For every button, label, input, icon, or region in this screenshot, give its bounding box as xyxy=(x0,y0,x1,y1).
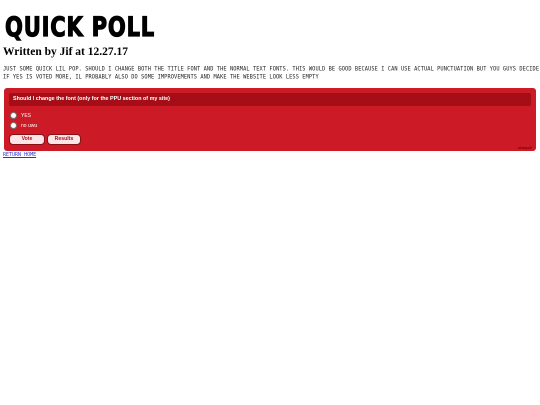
post-intro: JUST SOME QUICK LIL POP. SHOULD I CHANGE… xyxy=(3,66,540,82)
poll-question: Should I change the font (only for the P… xyxy=(9,93,531,106)
quick-poll-logo-graphic: QUICK POLL xyxy=(4,11,155,41)
radio-no[interactable] xyxy=(10,122,17,129)
intro-line-1: JUST SOME QUICK LIL POP. SHOULD I CHANGE… xyxy=(3,66,540,73)
poll-widget: Should I change the font (only for the P… xyxy=(4,88,536,151)
poll-option-yes[interactable]: YES xyxy=(10,111,31,120)
post-byline: Written by Jif at 12.27.17 xyxy=(3,46,129,58)
return-home-link[interactable]: RETURN HOME xyxy=(3,152,36,158)
poll-option-no[interactable]: no uwu xyxy=(10,121,37,130)
option-label-no: no uwu xyxy=(21,122,38,129)
logo-text: QUICK POLL xyxy=(5,12,155,41)
vote-button[interactable]: Vote xyxy=(9,134,45,145)
option-label-yes: YES xyxy=(21,112,32,119)
poll-credit-link[interactable]: strawpoll xyxy=(518,146,532,150)
results-button[interactable]: Results xyxy=(47,134,81,145)
intro-line-2: IF YES IS VOTED MORE, IL PROBABLY ALSO D… xyxy=(3,74,319,81)
site-logo: QUICK POLL xyxy=(3,7,163,41)
radio-yes[interactable] xyxy=(10,112,17,119)
